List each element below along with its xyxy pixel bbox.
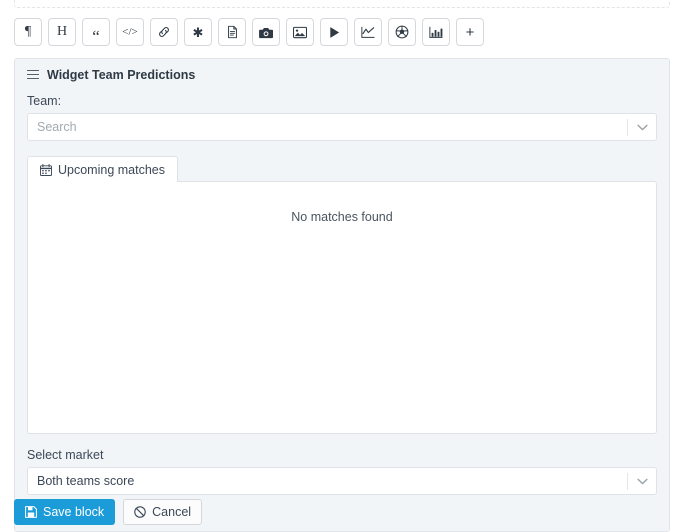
code-glyph: </> [122,25,138,38]
plus-icon[interactable]: + [456,18,484,46]
camera-glyph [258,27,273,38]
market-label: Select market [27,448,104,462]
file-icon[interactable] [218,18,246,46]
drag-handle-icon[interactable] [27,70,39,80]
team-select-placeholder: Search [37,120,77,134]
file-glyph [227,25,237,39]
chart-line-icon[interactable] [354,18,382,46]
cancel-button[interactable]: Cancel [123,499,203,525]
save-block-label: Save block [43,505,105,519]
quote-icon[interactable]: “ [82,18,110,46]
widget-panel: Widget Team Predictions Team: Search Upc… [14,58,670,532]
heading-icon[interactable]: H [48,18,76,46]
team-label: Team: [27,94,62,108]
paragraph-glyph: ¶ [24,24,32,39]
link-glyph [159,27,169,37]
line-chart-glyph [361,26,375,38]
soccer-ball-icon[interactable] [388,18,416,46]
tab-strip: Upcoming matches [27,155,657,182]
tab-panel-upcoming-matches: No matches found [27,181,657,434]
image-glyph [293,26,307,38]
widget-title: Widget Team Predictions [47,68,196,82]
bar-chart-glyph [429,26,443,38]
form-actions: Save block Cancel [14,499,203,525]
paragraph-icon[interactable]: ¶ [14,18,42,46]
tab-upcoming-matches[interactable]: Upcoming matches [27,156,178,182]
editor-drop-zone[interactable] [14,0,670,8]
heading-glyph: H [56,24,68,39]
code-icon[interactable]: </> [116,18,144,46]
play-glyph [329,26,339,38]
market-select-value: Both teams score [37,474,135,488]
save-block-button[interactable]: Save block [14,499,116,525]
image-icon[interactable] [286,18,314,46]
video-icon[interactable] [320,18,348,46]
camera-icon[interactable] [252,18,280,46]
editor-toolbar: ¶ H “ </> ✱ + [14,18,484,46]
quote-glyph: “ [92,26,100,46]
calendar-icon [40,163,52,176]
link-icon[interactable] [150,18,178,46]
chevron-down-icon[interactable] [628,124,656,131]
tab-upcoming-matches-label: Upcoming matches [58,162,165,177]
asterisk-glyph: ✱ [192,24,204,40]
chart-bar-icon[interactable] [422,18,450,46]
asterisk-icon[interactable]: ✱ [184,18,212,46]
team-select[interactable]: Search [27,113,657,141]
market-select[interactable]: Both teams score [27,467,657,495]
widget-header: Widget Team Predictions [15,59,669,84]
matches-tabs: Upcoming matches No matches found [27,155,657,434]
plus-glyph: + [465,23,475,41]
soccer-ball-glyph [395,25,409,39]
chevron-down-icon[interactable] [628,478,656,485]
no-matches-message: No matches found [291,210,393,224]
ban-icon [134,506,146,518]
cancel-label: Cancel [152,505,192,519]
save-icon [25,506,37,518]
